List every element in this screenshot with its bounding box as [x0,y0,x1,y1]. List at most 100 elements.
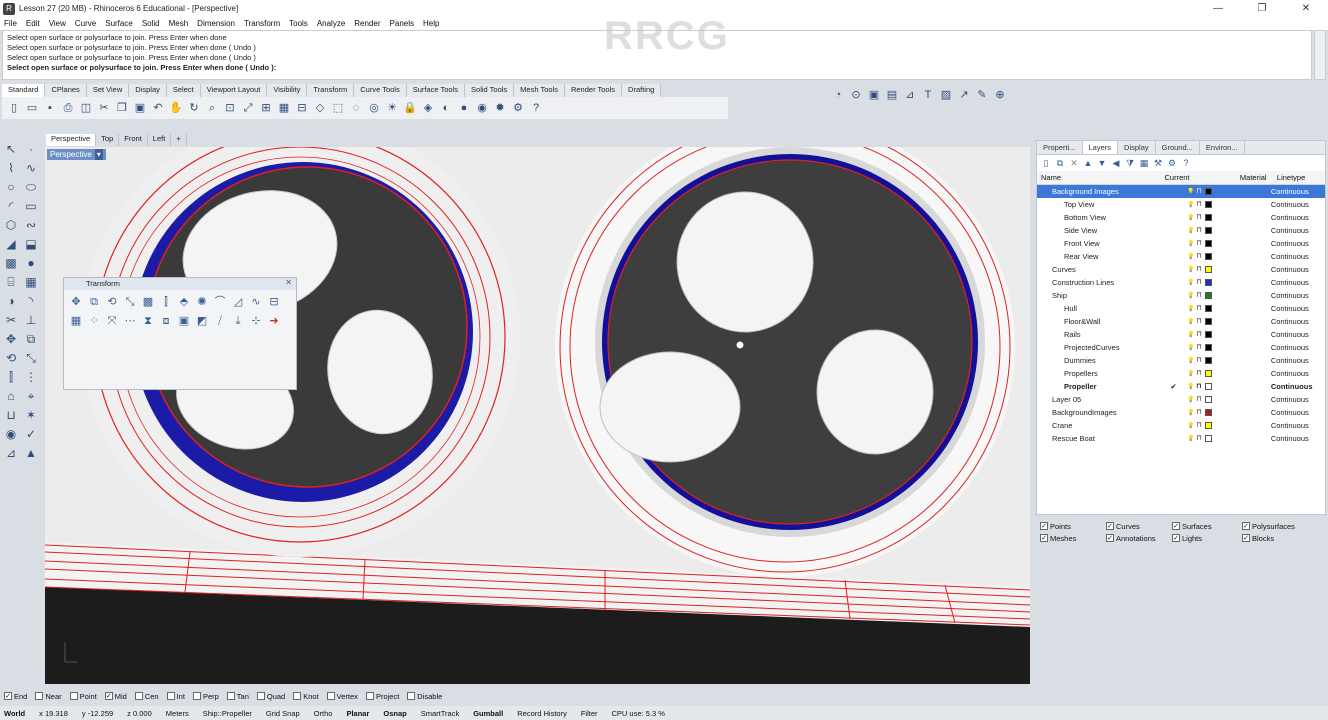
ortho-toggle[interactable]: Ortho [314,709,333,718]
filter-checkbox[interactable]: ✓ Points [1040,520,1106,532]
split-icon[interactable]: ⊥ [22,311,40,329]
gumball-icon[interactable]: ◔ [830,87,846,103]
filter-checkbox[interactable]: ✓ Curves [1106,520,1172,532]
checkbox-icon[interactable]: ✓ [1106,522,1114,530]
text-icon[interactable]: T [920,87,936,103]
layer-color-swatch[interactable] [1205,383,1213,390]
grid-toggle-icon[interactable]: ▤ [884,87,900,103]
fillet-icon[interactable]: ◝ [22,292,40,310]
layer-lock-icon[interactable]: ⊓ [1196,188,1202,196]
layer-color-swatch[interactable] [1205,292,1213,299]
layer-visibility-icon[interactable]: 💡 [1187,253,1194,261]
checkbox-icon[interactable]: ✓ [1242,522,1250,530]
help-icon[interactable]: ? [528,100,544,116]
column-name[interactable]: Name [1037,173,1165,182]
osnap-checkbox[interactable]: Cen [134,692,159,701]
save-icon[interactable]: ▪ [42,100,58,116]
explode-icon[interactable]: ✶ [22,406,40,424]
remap-icon[interactable]: ⧈ [158,313,174,329]
transform-panel-close-icon[interactable]: ✕ [285,278,292,287]
column-current[interactable]: Current [1165,173,1240,182]
layer-color-swatch[interactable] [1205,188,1213,195]
layer-lock-icon[interactable]: ⊓ [1196,214,1202,222]
layer-linetype[interactable]: Continuous [1271,265,1325,274]
trim-icon[interactable]: ✂ [2,311,20,329]
menu-render[interactable]: Render [354,19,380,28]
checkbox-icon[interactable] [326,692,335,700]
viewport-label[interactable]: Perspective ▾ [47,149,106,160]
layer-visibility-icon[interactable]: 💡 [1187,422,1194,430]
hide-icon[interactable]: ◌ [348,100,364,116]
bend-icon[interactable]: ⌒ [212,294,228,310]
tab-left[interactable]: Left [148,134,172,146]
layer-color-swatch[interactable] [1205,227,1213,234]
layer-lock-icon[interactable]: ⊓ [1196,318,1202,326]
planar-toggle[interactable]: Planar [346,709,369,718]
layer-material-cell[interactable] [1215,357,1255,365]
paste-icon[interactable]: ▣ [132,100,148,116]
column-material[interactable]: Material [1240,173,1273,182]
array-icon[interactable]: ▦ [68,313,84,329]
menu-edit[interactable]: Edit [26,19,40,28]
layer-row[interactable]: Rescue Boat 💡 ⊓ Continuous [1037,432,1325,445]
layer-material-cell[interactable] [1215,266,1255,274]
arc-icon[interactable]: ◜ [2,197,20,215]
layer-linetype[interactable]: Continuous [1271,226,1325,235]
grid-icon[interactable]: ▦ [276,100,292,116]
polyline-icon[interactable]: ⌇ [2,159,20,177]
open-file-icon[interactable]: ▭ [24,100,40,116]
layer-color-swatch[interactable] [1205,435,1213,442]
layer-row[interactable]: Side View 💡 ⊓ Continuous [1037,224,1325,237]
import-icon[interactable]: ◫ [78,100,94,116]
layer-visibility-icon[interactable]: 💡 [1187,318,1194,326]
cap-icon[interactable]: ⌂ [2,387,20,405]
layer-color-swatch[interactable] [1205,409,1213,416]
smash-icon[interactable]: ◩ [194,313,210,329]
layer-row[interactable]: Propellers 💡 ⊓ Continuous [1037,367,1325,380]
menu-dimension[interactable]: Dimension [197,19,235,28]
current-layer-check-icon[interactable]: ✔ [1170,382,1182,391]
layer-color-swatch[interactable] [1205,396,1213,403]
flow-icon[interactable]: ∿ [248,294,264,310]
tab-properties[interactable]: Properti... [1037,141,1083,154]
layer-visibility-icon[interactable]: 💡 [1187,344,1194,352]
box-icon[interactable]: ▩ [140,294,156,310]
layer-material-cell[interactable] [1215,370,1255,378]
layer-color-swatch[interactable] [1205,318,1213,325]
osnap-checkbox[interactable]: Near [35,692,62,701]
layer-row[interactable]: Ship 💡 ⊓ Continuous [1037,289,1325,302]
layer-state-icon[interactable]: ▦ [1138,157,1150,169]
checkbox-icon[interactable] [134,692,143,700]
smarttrack-toggle[interactable]: SmartTrack [421,709,459,718]
layer-material-cell[interactable] [1215,331,1255,339]
checkbox-icon[interactable] [69,692,78,700]
curve-icon[interactable]: ∿ [22,159,40,177]
checkbox-icon[interactable]: ✓ [1040,522,1048,530]
pan-icon[interactable]: ✋ [168,100,184,116]
layer-linetype[interactable]: Continuous [1271,187,1325,196]
cage-icon[interactable]: ▣ [176,313,192,329]
tab-environment[interactable]: Environ... [1200,141,1245,154]
join-icon[interactable]: ⊔ [2,406,20,424]
layer-linetype[interactable]: Continuous [1271,291,1325,300]
layer-visibility-icon[interactable]: 💡 [1187,435,1194,443]
hatch-icon[interactable]: ▨ [938,87,954,103]
shear-icon[interactable]: ⬘ [176,294,192,310]
add-viewport-tab[interactable]: + [171,134,187,146]
column-linetype[interactable]: Linetype [1273,173,1325,182]
layer-lock-icon[interactable]: ⊓ [1196,435,1202,443]
undo-icon[interactable]: ↶ [150,100,166,116]
layer-linetype[interactable]: Continuous [1271,343,1325,352]
checkbox-icon[interactable] [226,692,235,700]
zoom-extents-icon[interactable]: ⤢ [240,100,256,116]
menu-analyze[interactable]: Analyze [317,19,345,28]
layer-linetype[interactable]: Continuous [1271,330,1325,339]
layer-linetype[interactable]: Continuous [1271,200,1325,209]
layer-color-swatch[interactable] [1205,357,1213,364]
block-icon[interactable]: ▣ [866,87,882,103]
layer-lock-icon[interactable]: ⊓ [1196,266,1202,274]
show-icon[interactable]: ◎ [366,100,382,116]
rotate-icon[interactable]: ⟲ [104,294,120,310]
layer-linetype[interactable]: Continuous [1271,317,1325,326]
polar-array-icon[interactable]: ⁘ [86,313,102,329]
